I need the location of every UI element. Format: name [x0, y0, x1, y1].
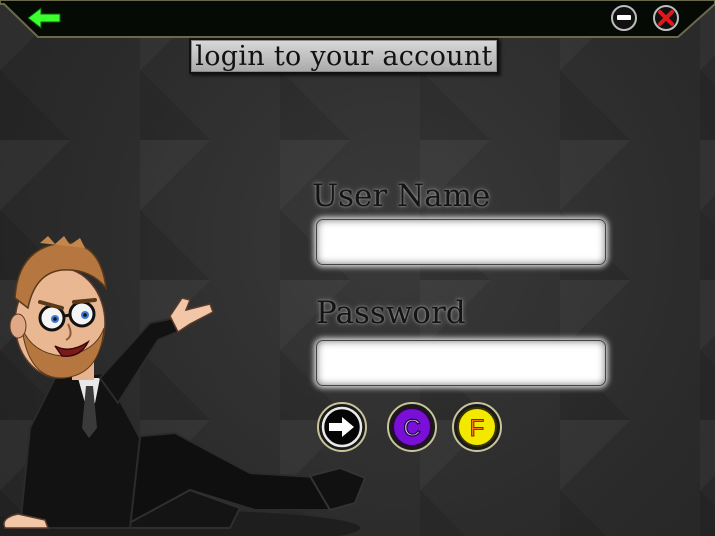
- username-label: User Name: [312, 178, 491, 214]
- arrow-left-icon: [27, 6, 61, 30]
- c-button[interactable]: C: [386, 401, 438, 453]
- f-button-letter: F: [470, 415, 485, 442]
- title-bar: [0, 0, 715, 38]
- c-button-letter: C: [403, 415, 420, 442]
- close-x-icon: [653, 5, 679, 31]
- login-screen: login to your account User Name Password…: [0, 0, 715, 536]
- letter-f-icon: F: [452, 402, 502, 452]
- f-button[interactable]: F: [451, 401, 503, 453]
- page-title: login to your account: [189, 38, 499, 74]
- minimize-button[interactable]: [610, 4, 638, 32]
- cartoon-man-illustration: [0, 236, 367, 536]
- letter-c-icon: C: [387, 402, 437, 452]
- minimize-icon: [611, 5, 637, 31]
- close-button[interactable]: [652, 4, 680, 32]
- back-button[interactable]: [26, 5, 66, 31]
